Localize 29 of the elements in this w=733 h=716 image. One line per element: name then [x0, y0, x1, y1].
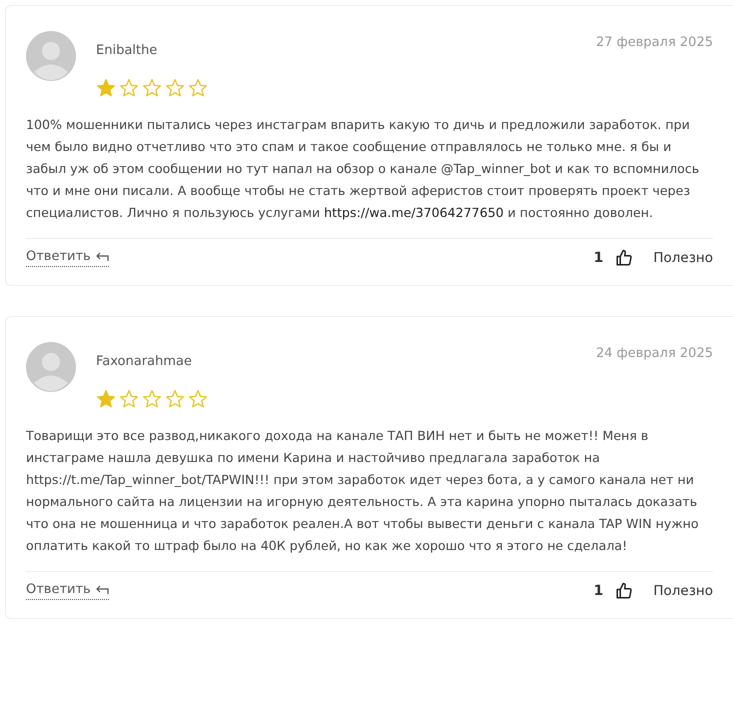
star-icon	[96, 389, 116, 409]
star-icon	[165, 78, 185, 98]
like-count: 1	[594, 583, 604, 599]
star-icon	[188, 78, 208, 98]
star-icon	[165, 389, 185, 409]
star-icon	[188, 389, 208, 409]
reply-arrow-icon	[94, 584, 109, 594]
author-name: Enibalthe	[96, 43, 158, 58]
star-icon	[142, 78, 162, 98]
review-text: Товарищи это все развод,никакого дохода на канале ТАП ВИН нет и быть не может!! Меня в инстаграме нашла девушка по имени Карина и настойчиво предлагала заработок на https://t.me/Tap_winner_bot/TAPWIN!!! при этом заработок идет через бота, а у самого канала нет ни нормального сайта на лицензии на игорную деятельность. А эта карина упорно пыталась доказать что она не мошенница и что заработок реален.А вот чтобы вывести деньги с канала TAP WIN нужно оплатить какой то штраф было на 40К рублей, но как же хорошо что я этого не сделала!	[26, 427, 700, 555]
useful-button[interactable]: Полезно	[653, 250, 713, 266]
thumbs-up-icon[interactable]	[615, 582, 634, 600]
thumbs-up-icon[interactable]	[615, 249, 634, 267]
reply-link[interactable]: Ответить	[26, 249, 109, 267]
avatar-icon	[26, 31, 76, 81]
star-icon	[142, 389, 162, 409]
avatar-icon	[26, 342, 76, 392]
star-icon	[119, 389, 139, 409]
author-name: Faxonarahmae	[96, 354, 193, 369]
review-date: 24 февраля 2025	[596, 345, 713, 361]
review-text: 100% мошенники пытались через инстаграм впарить какую то дичь и предложили заработок. при чем было видно отчетливо что это спам и такое сообщение отправлялось не только мне. я бы и забыл уж об этом сообщении но тут напал на обзор о канале @Tap_winner_bot и как то вспомнилось что и мне они писали. А вообще чтобы не стать жертвой аферистов стоит проверять проект через специалистов. Лично я пользуюсь услугами https://wa.me/37064277650 и постоянно доволен.	[26, 116, 700, 222]
review-link[interactable]: https://wa.me/37064277650	[324, 205, 504, 220]
reply-link[interactable]: Ответить	[26, 582, 109, 600]
reply-arrow-icon	[94, 252, 109, 262]
review-date: 27 февраля 2025	[596, 34, 713, 50]
useful-button[interactable]: Полезно	[653, 583, 713, 599]
like-count: 1	[594, 250, 604, 266]
star-icon	[96, 78, 116, 98]
star-icon	[119, 78, 139, 98]
